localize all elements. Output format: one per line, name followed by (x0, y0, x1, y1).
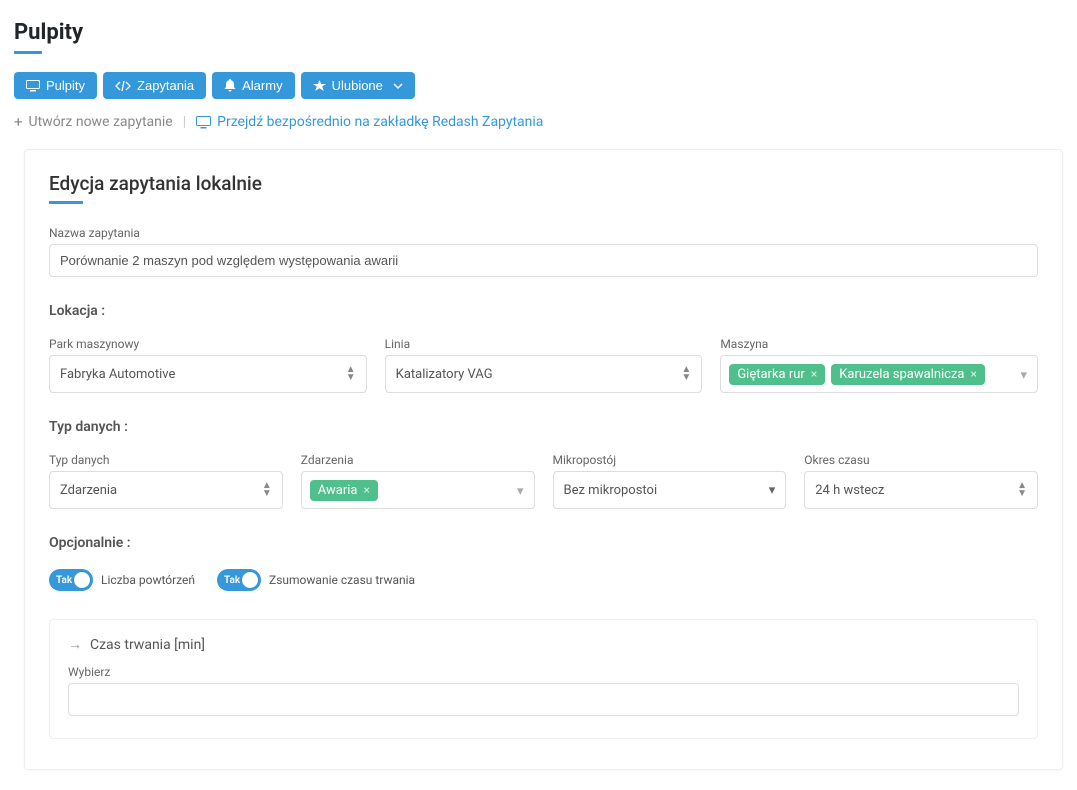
caret-down-icon: ▾ (1020, 368, 1027, 383)
machine-tag: Giętarka rur × (729, 364, 825, 385)
tab-pulpity[interactable]: Pulpity (14, 72, 97, 99)
period-value: 24 h wstecz (815, 483, 884, 498)
type-label: Typ danych (49, 453, 283, 467)
micro-value: Bez mikropostoi (564, 483, 658, 498)
tab-row: Pulpity Zapytania Alarmy Ulubione (14, 72, 1063, 99)
panel-title: Edycja zapytania lokalnie (49, 172, 1038, 195)
toggle-repeats-value: Tak (56, 575, 72, 586)
line-label: Linia (385, 337, 703, 351)
machine-tag-label: Karuzela spawalnicza (839, 367, 964, 382)
events-label: Zdarzenia (301, 453, 535, 467)
title-underline (14, 51, 42, 54)
remove-tag-icon[interactable]: × (364, 483, 370, 497)
machine-label: Maszyna (720, 337, 1038, 351)
tab-ulubione-label: Ulubione (332, 78, 383, 93)
toggle-sum-duration[interactable]: Tak (217, 569, 261, 591)
duration-panel: → Czas trwania [min] Wybierz (49, 619, 1038, 739)
tab-zapytania[interactable]: Zapytania (103, 72, 206, 99)
park-select[interactable]: Fabryka Automotive ▲▼ (49, 355, 367, 393)
caret-down-icon: ▾ (517, 484, 524, 499)
line-value: Katalizatory VAG (396, 367, 493, 382)
park-value: Fabryka Automotive (60, 367, 175, 382)
event-tag: Awaria × (310, 480, 378, 501)
editor-panel: Edycja zapytania lokalnie Nazwa zapytani… (24, 149, 1063, 770)
micro-label: Mikropostój (553, 453, 787, 467)
code-icon (115, 80, 131, 92)
plus-icon: + (14, 113, 23, 131)
sort-icon: ▲▼ (346, 366, 356, 382)
sort-icon: ▲▼ (681, 366, 691, 382)
toggle-repeats[interactable]: Tak (49, 569, 93, 591)
micro-select[interactable]: Bez mikropostoi ▾ (553, 471, 787, 509)
monitor-icon (196, 116, 211, 129)
query-name-input[interactable] (49, 244, 1038, 277)
bell-icon (224, 79, 236, 92)
event-tag-label: Awaria (318, 483, 358, 498)
create-query-label: Utwórz nowe zapytanie (29, 114, 173, 130)
arrow-right-icon: → (68, 636, 82, 653)
machine-tag: Karuzela spawalnicza × (831, 364, 985, 385)
panel-underline (49, 201, 83, 204)
toggle-knob (242, 572, 258, 588)
choose-input[interactable] (68, 683, 1019, 716)
choose-label: Wybierz (68, 665, 1019, 679)
redash-label: Przejdź bezpośrednio na zakładkę Redash … (217, 114, 543, 130)
tab-zapytania-label: Zapytania (137, 78, 194, 93)
type-value: Zdarzenia (60, 483, 117, 498)
divider: | (183, 114, 186, 130)
duration-title: Czas trwania [min] (90, 637, 205, 653)
park-label: Park maszynowy (49, 337, 367, 351)
tab-ulubione[interactable]: Ulubione (301, 72, 415, 99)
query-name-label: Nazwa zapytania (49, 226, 1038, 240)
chevron-down-icon (393, 83, 403, 89)
type-select[interactable]: Zdarzenia ▲▼ (49, 471, 283, 509)
line-select[interactable]: Katalizatory VAG ▲▼ (385, 355, 703, 393)
caret-down-icon: ▾ (769, 483, 776, 498)
period-label: Okres czasu (804, 453, 1038, 467)
remove-tag-icon[interactable]: × (971, 367, 977, 381)
tab-pulpity-label: Pulpity (46, 78, 85, 93)
tab-alarmy[interactable]: Alarmy (212, 72, 294, 99)
action-row: + Utwórz nowe zapytanie | Przejdź bezpoś… (14, 113, 1063, 131)
toggle-knob (74, 572, 90, 588)
sort-icon: ▲▼ (262, 482, 272, 498)
machine-tag-label: Giętarka rur (737, 367, 805, 382)
page-title: Pulpity (14, 20, 1063, 45)
period-select[interactable]: 24 h wstecz ▲▼ (804, 471, 1038, 509)
remove-tag-icon[interactable]: × (811, 367, 817, 381)
monitor-icon (26, 80, 40, 92)
toggle-sum-value: Tak (224, 575, 240, 586)
create-query-link[interactable]: + Utwórz nowe zapytanie (14, 113, 173, 131)
sort-icon: ▲▼ (1017, 482, 1027, 498)
machine-tagbox[interactable]: Giętarka rur × Karuzela spawalnicza × ▾ (720, 355, 1038, 393)
star-icon (313, 80, 326, 92)
toggle-repeats-label: Liczba powtórzeń (101, 573, 195, 587)
redash-link[interactable]: Przejdź bezpośrednio na zakładkę Redash … (196, 114, 543, 130)
tab-alarmy-label: Alarmy (242, 78, 282, 93)
section-location: Lokacja : (49, 303, 1038, 319)
section-datatype: Typ danych : (49, 419, 1038, 435)
toggle-sum-label: Zsumowanie czasu trwania (269, 573, 415, 587)
section-optional: Opcjonalnie : (49, 535, 1038, 551)
events-tagbox[interactable]: Awaria × ▾ (301, 471, 535, 509)
